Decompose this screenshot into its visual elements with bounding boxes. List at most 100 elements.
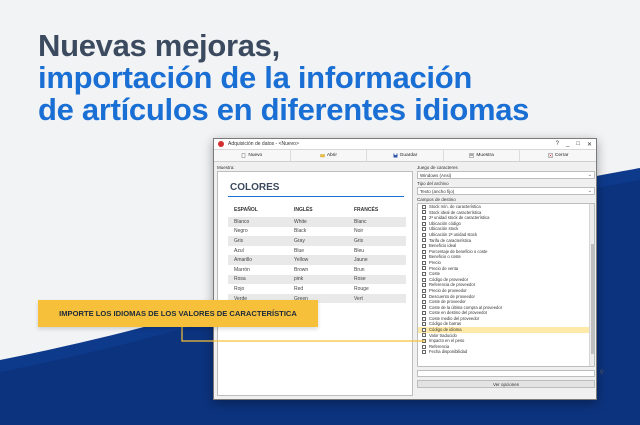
headline-line-2: importación de la información: [38, 60, 472, 95]
sheet-cell: Gris: [234, 237, 244, 244]
new-file-icon: [242, 153, 246, 158]
sheet-cell: Rojo: [234, 285, 245, 292]
view-options-button[interactable]: Ver opciones: [417, 380, 595, 388]
maximize-button[interactable]: □: [576, 141, 580, 148]
field-checkbox[interactable]: [422, 333, 426, 338]
sheet-cell: Marrón: [234, 266, 250, 273]
charset-value: Windows (Ansi): [420, 173, 452, 178]
app-window: Adquisición de datos - <Nuevo> ? _ □ ✕ N…: [213, 138, 604, 400]
field-checkbox[interactable]: [422, 322, 426, 327]
sheet-cell: Brun: [354, 266, 365, 273]
sample-icon: [469, 153, 475, 158]
field-checkbox[interactable]: [422, 294, 426, 299]
field-checkbox[interactable]: [422, 271, 426, 276]
field-checkbox[interactable]: [422, 215, 426, 220]
headline: Nuevas mejoras, importación de la inform…: [38, 30, 529, 126]
field-checkbox[interactable]: [422, 350, 426, 355]
sheet-cell: Noir: [354, 228, 364, 235]
field-label: Fecha disponibilidad: [429, 349, 468, 355]
sheet-row: Amarillo Yellow Jaune: [228, 255, 406, 265]
fields-scrollbar[interactable]: [589, 204, 594, 366]
fields-search-input[interactable]: ⚲: [417, 370, 604, 377]
field-checkbox[interactable]: [422, 283, 426, 288]
sheet-title: COLORES: [230, 182, 280, 193]
sheet-cell: Rosa: [234, 276, 246, 283]
field-checkbox[interactable]: [422, 238, 426, 243]
sheet-cell: Vert: [354, 295, 363, 302]
save-button-label: Guardar: [399, 153, 418, 158]
sample-button-label: Muestra: [476, 153, 494, 158]
settings-panel: Juego de caracteres Windows (Ansi) ⌄ Tip…: [417, 165, 604, 397]
title-bar: Adquisición de datos - <Nuevo> ? _ □ ✕: [214, 139, 596, 150]
field-checkbox[interactable]: [422, 249, 426, 254]
field-checkbox[interactable]: [422, 344, 426, 349]
sheet-cell: Black: [294, 228, 307, 235]
sheet-cell: Bleu: [354, 247, 365, 254]
chevron-down-icon: ⌄: [587, 172, 592, 178]
search-icon[interactable]: ⚲: [600, 369, 604, 376]
headline-line-3: de artículos en diferentes idiomas: [38, 92, 530, 127]
field-list-item[interactable]: Fecha disponibilidad: [418, 349, 594, 355]
field-checkbox[interactable]: [422, 288, 426, 293]
toolbar: Nuevo Abrir Guardar Muestra Cerrar: [214, 150, 596, 162]
close-window-button[interactable]: ✕: [587, 141, 592, 148]
sheet-cell: Gray: [294, 237, 305, 244]
help-button[interactable]: ?: [556, 141, 559, 148]
sheet-cell: Blanco: [234, 218, 250, 225]
field-checkbox[interactable]: [422, 260, 426, 265]
field-checkbox[interactable]: [422, 339, 426, 344]
field-checkbox[interactable]: [422, 299, 426, 304]
sample-label: Muestra:: [217, 165, 235, 170]
sheet-rows: Blanco White Blanc Negro Black Noir Gris Gray Gr…: [228, 217, 406, 304]
sheet-row: Marrón Brown Brun: [228, 265, 406, 275]
sheet-cell: Amarillo: [234, 257, 253, 264]
save-icon: [393, 153, 398, 158]
filetype-select[interactable]: Texto (ancho fijo) ⌄: [417, 187, 595, 195]
charset-select[interactable]: Windows (Ansi) ⌄: [417, 171, 595, 179]
app-icon: [218, 141, 224, 147]
field-checkbox[interactable]: [422, 221, 426, 226]
minimize-button[interactable]: _: [566, 141, 569, 148]
field-checkbox[interactable]: [422, 316, 426, 321]
field-checkbox[interactable]: [422, 305, 426, 310]
sample-button[interactable]: Muestra: [444, 150, 521, 161]
scrollbar-thumb[interactable]: [591, 244, 594, 354]
sheet-cell: Negro: [234, 228, 248, 235]
filetype-value: Texto (ancho fijo): [420, 189, 455, 194]
field-checkbox[interactable]: [422, 210, 426, 215]
sheet-cell: Gris: [354, 237, 364, 244]
sample-preview: COLORES ESPAÑOL INGLÉS FRANCÉS Blanco Whi…: [217, 171, 413, 396]
headline-line-1: Nuevas mejoras,: [38, 28, 280, 63]
sheet-title-underline: [228, 196, 404, 197]
sheet-cell: Blanc: [354, 218, 367, 225]
open-button[interactable]: Abrir: [291, 150, 368, 161]
field-checkbox[interactable]: [422, 266, 426, 271]
sheet-cell: Rose: [354, 276, 366, 283]
sheet-cell: Brown: [294, 266, 309, 273]
save-button[interactable]: Guardar: [367, 150, 444, 161]
sheet-cell: Azul: [234, 247, 244, 254]
field-checkbox[interactable]: [422, 277, 426, 282]
new-button[interactable]: Nuevo: [214, 150, 291, 161]
field-checkbox[interactable]: [422, 311, 426, 316]
field-checkbox[interactable]: [422, 327, 426, 332]
field-checkbox[interactable]: [422, 255, 426, 260]
sheet-cell: Red: [294, 285, 304, 292]
close-button[interactable]: Cerrar: [520, 150, 596, 161]
sheet-cell: Jaune: [354, 257, 368, 264]
close-button-label: Cerrar: [554, 153, 569, 158]
sheet-cell: Blue: [294, 247, 305, 254]
sheet-row: Azul Blue Bleu: [228, 246, 406, 256]
sheet-row: Rosa pink Rose: [228, 274, 406, 285]
column-header-spanish: ESPAÑOL: [234, 207, 258, 213]
column-header-french: FRANCÉS: [354, 207, 379, 213]
folder-icon: [320, 154, 325, 158]
sheet-cell: pink: [294, 276, 304, 283]
field-checkbox[interactable]: [422, 227, 426, 232]
destination-fields-list[interactable]: Stock mín. de característica Stock ideal …: [417, 203, 595, 367]
field-checkbox[interactable]: [422, 243, 426, 248]
field-checkbox[interactable]: [422, 232, 426, 237]
field-checkbox[interactable]: [422, 204, 426, 209]
column-header-english: INGLÉS: [294, 207, 313, 213]
sheet-cell: Rouge: [354, 285, 369, 292]
